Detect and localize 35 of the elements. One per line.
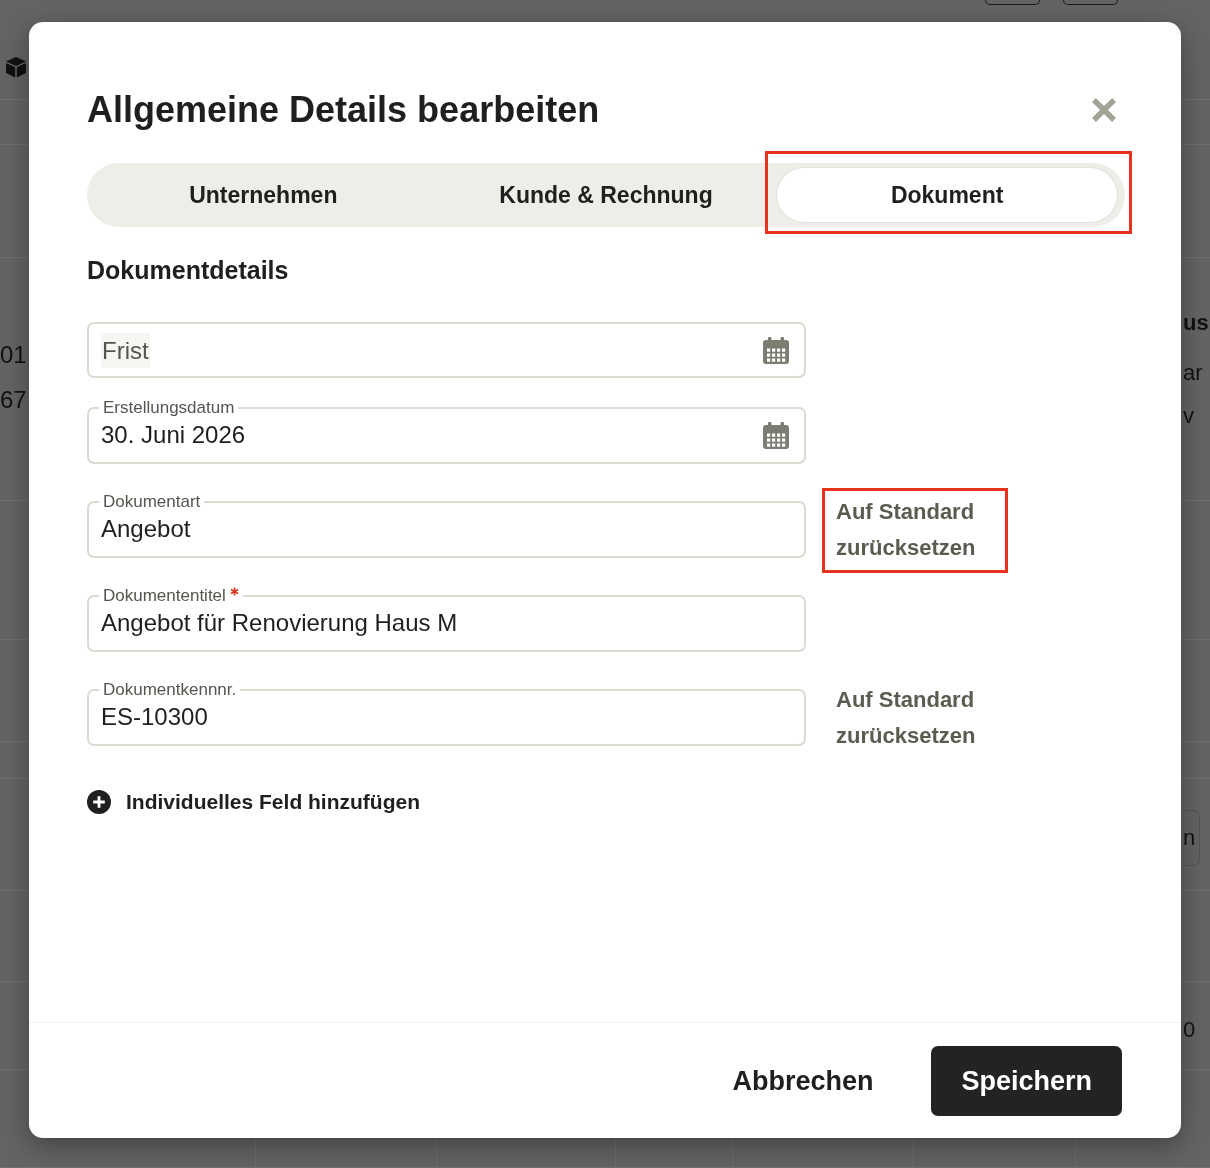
field-label: Frist: [101, 332, 150, 368]
tab[interactable]: Dokument: [777, 168, 1117, 222]
reset-link[interactable]: Auf Standard zurücksetzen: [836, 494, 994, 566]
calendar-icon[interactable]: [763, 421, 789, 449]
date-field[interactable]: Erstellungsdatum 30. Juni 2026: [87, 400, 806, 464]
save-button[interactable]: Speichern: [931, 1046, 1122, 1116]
field-input[interactable]: Angebot: [101, 510, 789, 548]
page-text: v: [1183, 402, 1195, 430]
field-label: Dokumentkennnr.: [103, 682, 237, 698]
page-text: 67: [0, 385, 28, 415]
reset-link[interactable]: Auf Standard zurücksetzen: [836, 682, 994, 754]
cube-icon: [5, 56, 27, 78]
field-label: Dokumentart: [103, 494, 201, 510]
section-title: Dokumentdetails: [87, 255, 289, 286]
page-amount: 0: [1183, 1016, 1197, 1044]
page-text: 01: [0, 340, 28, 370]
field-input[interactable]: Angebot für Renovierung Haus M: [101, 604, 789, 642]
cancel-button[interactable]: Abbrechen: [702, 1046, 904, 1116]
date-field[interactable]: Frist: [87, 322, 806, 378]
add-field-button[interactable]: Individuelles Feld hinzufügen: [87, 789, 420, 815]
text-field[interactable]: Dokumententitel Angebot für Renovierung Haus M: [87, 588, 806, 652]
calendar-icon[interactable]: [763, 336, 789, 364]
text-field[interactable]: Dokumentart Angebot: [87, 494, 806, 558]
tab[interactable]: Unternehmen: [92, 168, 435, 222]
field-label: Dokumententitel: [103, 588, 226, 604]
dialog-title: Allgemeine Details bearbeiten: [87, 88, 600, 132]
close-icon[interactable]: [1090, 96, 1118, 124]
tab[interactable]: Kunde & Rechnung: [434, 168, 778, 222]
field-input[interactable]: 30. Juni 2026: [101, 416, 763, 454]
field-label: Erstellungsdatum: [103, 400, 235, 416]
plus-icon: [87, 790, 111, 814]
page-text: ar: [1183, 359, 1204, 387]
page-heading: us: [1183, 309, 1210, 337]
field-input[interactable]: ES-10300: [101, 698, 789, 736]
text-field[interactable]: Dokumentkennnr. ES-10300: [87, 682, 806, 746]
